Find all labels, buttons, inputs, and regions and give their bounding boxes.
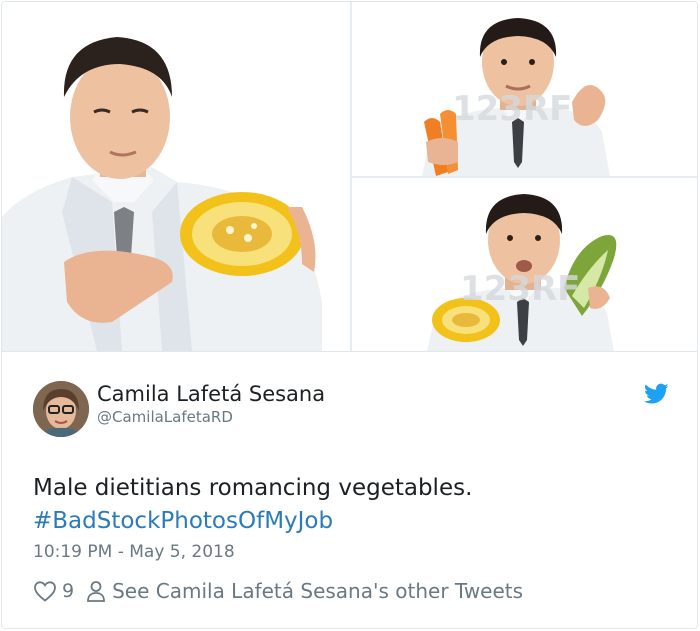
author-name[interactable]: Camila Lafetá Sesana — [97, 382, 325, 406]
like-count[interactable]: 9 — [62, 580, 74, 602]
tweet-actions: 9 See Camila Lafetá Sesana's other Tweet… — [33, 576, 523, 606]
tweet-timestamp[interactable]: 10:19 PM - May 5, 2018 — [33, 542, 235, 562]
carrots-photo-illustration: 123RF — [352, 2, 697, 176]
avatar-illustration — [33, 381, 89, 437]
bokchoy-photo-illustration: 123RF — [352, 178, 697, 351]
pumpkin-photo-illustration — [2, 2, 350, 351]
embedded-tweet-card: 123RF 123RF Camila Lafetá Sesana @Camila… — [1, 1, 698, 629]
tweet-text: Male dietitians romancing vegetables. #B… — [33, 472, 472, 538]
twitter-bird-icon[interactable] — [644, 383, 669, 405]
hashtag-link[interactable]: #BadStockPhotosOfMyJob — [33, 505, 472, 538]
author-avatar[interactable] — [33, 381, 89, 437]
media-bottom-border — [2, 351, 697, 352]
watermark-text: 123RF — [452, 89, 572, 129]
heart-icon[interactable] — [33, 580, 57, 602]
photo-man-with-carrots[interactable]: 123RF — [352, 2, 697, 176]
other-tweets-link[interactable]: See Camila Lafetá Sesana's other Tweets — [112, 579, 523, 603]
tweet-body: Male dietitians romancing vegetables. — [33, 475, 473, 501]
person-icon — [87, 581, 105, 602]
photo-man-with-pumpkin[interactable] — [2, 2, 350, 351]
media-grid: 123RF 123RF — [2, 2, 697, 352]
author-handle[interactable]: @CamilaLafetaRD — [97, 408, 233, 426]
photo-man-with-pumpkin-and-bokchoy[interactable]: 123RF — [352, 178, 697, 351]
watermark-text: 123RF — [460, 269, 580, 309]
